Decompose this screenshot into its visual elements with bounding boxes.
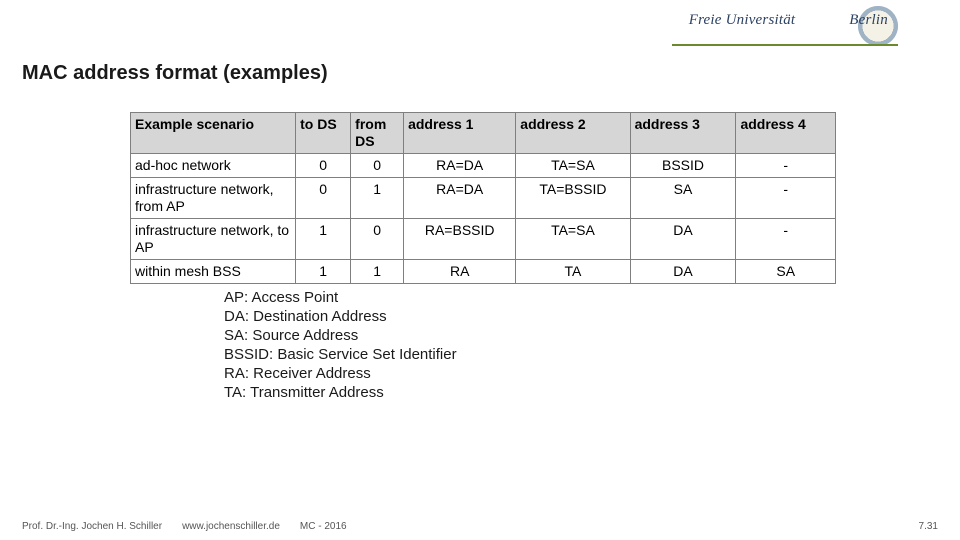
cell-addr1: RA=BSSID: [404, 219, 516, 260]
cell-fromds: 1: [351, 260, 404, 284]
cell-tods: 1: [296, 260, 351, 284]
cell-addr2: TA=BSSID: [516, 178, 630, 219]
col-header-fromds: from DS: [351, 113, 404, 154]
table-row: within mesh BSS 1 1 RA TA DA SA: [131, 260, 836, 284]
legend-line-bssid: BSSID: Basic Service Set Identifier: [224, 345, 457, 364]
cell-scenario: within mesh BSS: [131, 260, 296, 284]
cell-tods: 0: [296, 178, 351, 219]
header-divider: [672, 44, 898, 46]
cell-tods: 1: [296, 219, 351, 260]
col-header-tods: to DS: [296, 113, 351, 154]
cell-addr3: DA: [630, 260, 736, 284]
cell-scenario: ad-hoc network: [131, 154, 296, 178]
legend-line-ta: TA: Transmitter Address: [224, 383, 457, 402]
legend-line-sa: SA: Source Address: [224, 326, 457, 345]
footer-author: Prof. Dr.-Ing. Jochen H. Schiller: [22, 521, 162, 532]
table-row: ad-hoc network 0 0 RA=DA TA=SA BSSID -: [131, 154, 836, 178]
cell-addr2: TA=SA: [516, 154, 630, 178]
university-name-right: Berlin: [849, 13, 888, 28]
cell-addr3: DA: [630, 219, 736, 260]
cell-addr2: TA=SA: [516, 219, 630, 260]
col-header-addr2: address 2: [516, 113, 630, 154]
table-row: infrastructure network, from AP 0 1 RA=D…: [131, 178, 836, 219]
col-header-addr4: address 4: [736, 113, 836, 154]
cell-addr4: -: [736, 154, 836, 178]
cell-addr3: SA: [630, 178, 736, 219]
cell-scenario: infrastructure network, to AP: [131, 219, 296, 260]
cell-fromds: 0: [351, 219, 404, 260]
cell-fromds: 0: [351, 154, 404, 178]
col-header-addr3: address 3: [630, 113, 736, 154]
cell-tods: 0: [296, 154, 351, 178]
table-header-row: Example scenario to DS from DS address 1…: [131, 113, 836, 154]
footer-site: www.jochenschiller.de: [182, 521, 280, 532]
cell-addr1: RA=DA: [404, 178, 516, 219]
cell-addr3: BSSID: [630, 154, 736, 178]
cell-addr1: RA=DA: [404, 154, 516, 178]
cell-addr2: TA: [516, 260, 630, 284]
legend-line-ra: RA: Receiver Address: [224, 364, 457, 383]
cell-addr4: SA: [736, 260, 836, 284]
university-name-left: Freie Universität: [689, 13, 796, 28]
cell-addr4: -: [736, 178, 836, 219]
col-header-addr1: address 1: [404, 113, 516, 154]
cell-addr1: RA: [404, 260, 516, 284]
table: Example scenario to DS from DS address 1…: [130, 112, 836, 284]
col-header-scenario: Example scenario: [131, 113, 296, 154]
university-logo: Freie Universität Berlin: [689, 13, 888, 28]
legend-line-ap: AP: Access Point: [224, 288, 457, 307]
footer-page: 7.31: [919, 521, 938, 532]
legend: AP: Access Point DA: Destination Address…: [224, 288, 457, 402]
mac-address-table: Example scenario to DS from DS address 1…: [130, 112, 836, 284]
table-row: infrastructure network, to AP 1 0 RA=BSS…: [131, 219, 836, 260]
header: Freie Universität Berlin: [670, 0, 960, 48]
footer: Prof. Dr.-Ing. Jochen H. Schiller www.jo…: [22, 521, 938, 532]
footer-course: MC - 2016: [300, 521, 347, 532]
cell-fromds: 1: [351, 178, 404, 219]
cell-addr4: -: [736, 219, 836, 260]
cell-scenario: infrastructure network, from AP: [131, 178, 296, 219]
legend-line-da: DA: Destination Address: [224, 307, 457, 326]
slide-title: MAC address format (examples): [22, 62, 328, 85]
